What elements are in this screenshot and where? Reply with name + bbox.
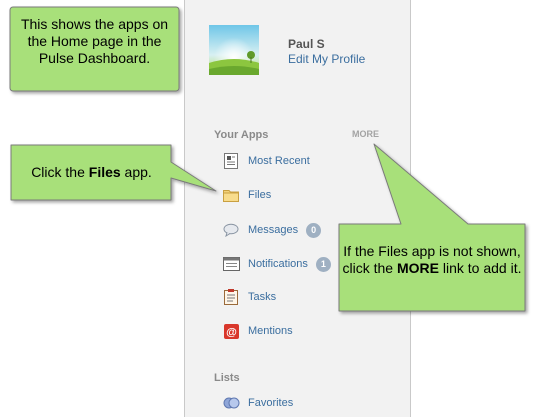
files-callout-pre: Click the	[31, 164, 89, 180]
more-callout-bold: MORE	[396, 260, 439, 276]
more-callout-text: If the Files app is not shown, click the…	[342, 243, 522, 277]
home-callout-text: This shows the apps on the Home page in …	[20, 16, 169, 66]
more-callout-box	[338, 143, 526, 312]
files-callout-post: app.	[120, 164, 152, 180]
more-callout-post: link to add it.	[438, 260, 522, 276]
files-callout-text: Click the Files app.	[14, 164, 169, 181]
files-callout-bold: Files	[88, 164, 121, 180]
